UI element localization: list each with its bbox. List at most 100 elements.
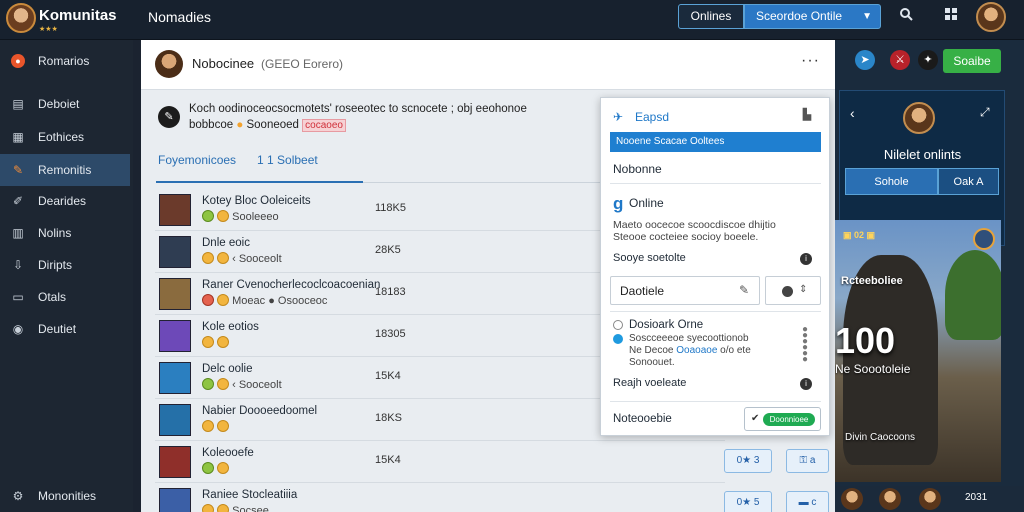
- friend-meta: Sooleeeo: [202, 210, 279, 223]
- sidebar-item-active[interactable]: ✎ Remonitis: [0, 154, 130, 186]
- sidebar-item-home[interactable]: ● Romarios: [0, 45, 130, 77]
- friend-avatar[interactable]: [919, 488, 941, 510]
- logo-avatar: [6, 3, 36, 33]
- online-button[interactable]: Onlines: [678, 4, 744, 29]
- sidebar-item-pin[interactable]: ✐ Dearides: [0, 185, 130, 217]
- logo-text: Komunitas: [39, 7, 117, 24]
- lock-icon[interactable]: ▙: [800, 108, 814, 122]
- dropdown-selected-item[interactable]: Nooene Scacae Ooltees: [610, 132, 821, 152]
- tab-secondary[interactable]: 1 1 Solbeet: [257, 153, 318, 167]
- friend-name: Raniee Stocleatiiia: [202, 489, 298, 501]
- chevron-updown-icon: ⇕: [799, 284, 808, 295]
- notification-toggle[interactable]: ✔ Doonnioee: [744, 407, 821, 431]
- status-emoji-icon: [202, 210, 214, 222]
- sidebar-item-label: Romarios: [38, 54, 90, 68]
- dnd-title[interactable]: Dosioark Orne: [629, 319, 703, 331]
- compass-icon[interactable]: ➤: [855, 50, 875, 70]
- status-emoji-icon: [217, 378, 230, 390]
- friend-name: Raner Cvenocherlecoclcoacoenian: [202, 279, 381, 291]
- sidebar-item-document[interactable]: ▤ Deboiet: [0, 88, 130, 120]
- friend-meta-text: Sooleeeo: [232, 211, 279, 223]
- friend-thumbnail: [159, 278, 191, 310]
- sidebar-footer-item[interactable]: ⚙ Mononities: [0, 480, 130, 512]
- notice-sub-b: Sooneoed: [246, 119, 299, 131]
- friend-meta-text: ‹ Sooceolt: [232, 253, 282, 265]
- status-dropdown-button[interactable]: Sceordoe Ontile ▼: [744, 4, 881, 29]
- online-title[interactable]: Online: [629, 196, 664, 210]
- sidebar-item-tray[interactable]: ▭ Otals: [0, 281, 130, 313]
- status-toggle[interactable]: ⇕: [765, 276, 821, 305]
- notice-badge[interactable]: cocaoeo: [302, 119, 346, 132]
- status-emoji-icon: [202, 252, 214, 264]
- dropdown-divider: [610, 401, 821, 402]
- friend-thumbnail: [159, 362, 191, 394]
- status-emoji-icon: [202, 294, 214, 306]
- app-logo[interactable]: Komunitas ★★★: [6, 3, 134, 37]
- friends-strip: 2031: [835, 486, 1024, 512]
- banner-number: 100: [835, 320, 896, 361]
- friend-avatar[interactable]: [879, 488, 901, 510]
- more-options-icon[interactable]: ···: [801, 52, 820, 70]
- share-icon[interactable]: ⤢: [980, 105, 990, 120]
- drag-handle-icon[interactable]: ● ● ● ● ● ●: [802, 325, 814, 365]
- sidebar-item-label: Diripts: [38, 258, 73, 272]
- pencil-icon: ✎: [12, 163, 24, 177]
- friend-thumbnail: [159, 194, 191, 226]
- profile-name: Nobocinee: [192, 56, 255, 71]
- dnd-desc-highlight[interactable]: Ooaoaoe: [676, 345, 717, 356]
- friend-count: 15K4: [375, 370, 401, 382]
- settings-icon: ⚙: [12, 489, 24, 503]
- tab-main[interactable]: Foyemonicoes: [158, 153, 236, 167]
- friend-thumbnail: [159, 446, 191, 478]
- sidebar-item-briefcase[interactable]: ▦ Eothices: [0, 121, 130, 153]
- download-icon: ⇩: [12, 258, 24, 272]
- friend-name: Delc oolie: [202, 363, 253, 375]
- friend-count: 18305: [375, 328, 406, 340]
- message-button[interactable]: ⚿ a: [786, 449, 829, 473]
- runner-icon[interactable]: ✦: [918, 50, 938, 70]
- toggle-knob: [782, 286, 793, 297]
- sidebar-item-bars[interactable]: ▥ Nolins: [0, 217, 130, 249]
- invite-button[interactable]: 0★ 5: [724, 491, 772, 512]
- sword-icon[interactable]: ⚔: [890, 50, 910, 70]
- friend-count: 18183: [375, 286, 406, 298]
- edit-icon[interactable]: ✎: [739, 283, 749, 297]
- status-emoji-icon: [217, 294, 230, 306]
- invite-button[interactable]: 0★ 3: [724, 449, 772, 473]
- party-join-button[interactable]: Sohole: [845, 168, 938, 195]
- dnd-desc-a: Soscceeeoe syecoottionob: [629, 333, 749, 344]
- banner-subtitle: Ne Soootoleie: [835, 362, 911, 376]
- profile-avatar[interactable]: [155, 50, 183, 78]
- status-text-input[interactable]: Daotiele ✎: [610, 276, 760, 305]
- notice-text: Koch oodinoceocsocmotets' roseeotec to s…: [189, 103, 527, 115]
- friend-meta: [202, 462, 230, 475]
- friend-name: Dnle eoic: [202, 237, 250, 249]
- party-accept-button[interactable]: Oak A: [938, 168, 999, 195]
- friend-row[interactable]: Koleooefe 15K4 0★ 3 ⚿ a: [155, 441, 829, 483]
- create-button[interactable]: Soaibe: [943, 49, 1001, 73]
- dropdown-item[interactable]: Nobonne: [613, 162, 662, 176]
- sidebar-item-label: Deutiet: [38, 322, 77, 336]
- friend-meta: Socsee: [202, 504, 269, 512]
- chevron-left-icon[interactable]: ‹: [850, 105, 855, 121]
- status-emoji-icon: [217, 504, 230, 512]
- message-button[interactable]: ▬ c: [786, 491, 829, 512]
- user-avatar[interactable]: [976, 2, 1006, 32]
- sidebar-item-label: Nolins: [38, 226, 72, 240]
- sidebar-item-download[interactable]: ⇩ Diripts: [0, 249, 130, 281]
- search-icon[interactable]: [898, 7, 914, 23]
- circle-icon: ◉: [12, 322, 24, 336]
- info-icon[interactable]: i: [800, 378, 812, 390]
- sidebar-item-circle[interactable]: ◉ Deutiet: [0, 313, 130, 345]
- game-banner[interactable]: ▣ 02 ▣ Rcteeboliee 100 Ne Soootoleie Div…: [835, 220, 1001, 482]
- sidebar-item-label: Eothices: [38, 130, 85, 144]
- friend-row[interactable]: Raniee Stocleatiiia Socsee 0★ 5 ▬ c: [155, 483, 829, 512]
- friend-avatar[interactable]: [841, 488, 863, 510]
- info-icon[interactable]: i: [800, 253, 812, 265]
- sidebar: ● Romarios ▤ Deboiet ▦ Eothices ✎ Remoni…: [0, 40, 133, 512]
- status-emoji-icon: [217, 210, 230, 222]
- friend-thumbnail: [159, 320, 191, 352]
- dnd-dot-icon: [613, 334, 623, 344]
- status-emoji-icon: [202, 378, 214, 390]
- grid-icon[interactable]: [943, 7, 959, 23]
